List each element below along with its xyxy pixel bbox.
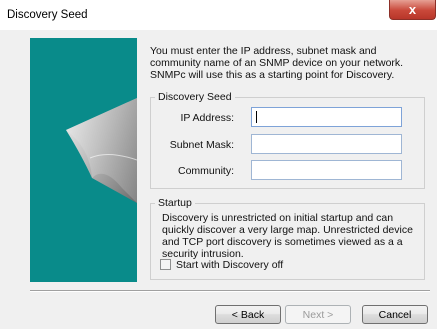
cancel-button[interactable]: Cancel: [362, 305, 428, 324]
window-title: Discovery Seed: [7, 9, 88, 21]
startup-group-label: Startup: [155, 197, 195, 209]
text-caret: [256, 111, 257, 123]
button-separator: [30, 290, 430, 292]
community-label: Community:: [177, 165, 234, 177]
ip-address-label: IP Address:: [180, 112, 234, 124]
discovery-off-checkbox[interactable]: [160, 259, 171, 270]
close-button[interactable]: x: [389, 0, 436, 20]
subnet-mask-label: Subnet Mask:: [169, 139, 234, 151]
intro-text: You must enter the IP address, subnet ma…: [150, 45, 404, 81]
page-curl-graphic: [66, 98, 137, 203]
dialog-window: Discovery Seed x You must enter the IP a…: [0, 0, 437, 329]
discovery-seed-group-label: Discovery Seed: [155, 91, 235, 103]
community-input[interactable]: [251, 160, 402, 180]
wizard-banner: [30, 38, 137, 282]
close-icon: x: [408, 2, 417, 17]
subnet-mask-input[interactable]: [251, 134, 402, 154]
discovery-off-checkbox-label[interactable]: Start with Discovery off: [176, 259, 283, 271]
back-button[interactable]: < Back: [215, 305, 281, 324]
startup-description: Discovery is unrestricted on initial sta…: [162, 212, 413, 260]
title-bar: Discovery Seed x: [0, 0, 437, 30]
next-button[interactable]: Next >: [285, 305, 351, 324]
ip-address-input[interactable]: [251, 107, 402, 127]
